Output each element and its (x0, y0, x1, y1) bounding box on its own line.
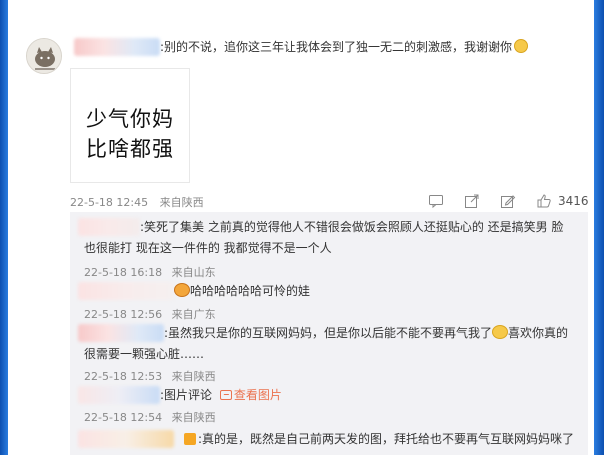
view-picture-link[interactable]: 查看图片 (219, 388, 282, 402)
username-redacted[interactable] (74, 38, 160, 56)
reply-text: :虽然我只是你的互联网妈妈，但是你以后能不能不要再气我了 喜欢你真的 (164, 324, 568, 342)
reply-source: 来自广东 (171, 308, 216, 321)
reply-date: 22-5-18 12:56 (84, 308, 163, 321)
edit-icon[interactable] (500, 193, 516, 209)
reply-meta: 22-5-18 12:53 来自陕西 (84, 368, 216, 384)
reply-username-redacted[interactable] (78, 430, 174, 448)
window-edge-right (594, 0, 604, 455)
comment-text-body: :别的不说，追你这三年让我体会到了独一无二的刺激感，我谢谢你 (160, 40, 513, 54)
sad-emoji-icon (174, 283, 190, 297)
reply-source: 来自山东 (171, 266, 216, 279)
reply-text: :图片评论 查看图片 (160, 386, 282, 404)
reply-source: 来自陕西 (171, 411, 216, 424)
image-text-line2: 比啥都强 (86, 137, 174, 161)
reply-date: 22-5-18 12:54 (84, 411, 163, 424)
comment-card: :别的不说，追你这三年让我体会到了独一无二的刺激感，我谢谢你 少气你妈 比啥都强… (8, 0, 594, 455)
reply-text: 哈哈哈哈哈哈可怜的娃 (174, 282, 310, 300)
reply-text-body-2: 喜欢你真的 (508, 326, 569, 340)
reply-text-body: :虽然我只是你的互联网妈妈，但是你以后能不能不要再气我了 (164, 326, 493, 340)
window-edge-left (0, 0, 8, 455)
comment-date: 22-5-18 12:45 (70, 196, 149, 209)
reply-username-redacted[interactable] (78, 386, 160, 404)
comment-source: 来自陕西 (159, 196, 204, 209)
comment-meta: 22-5-18 12:45 来自陕西 (70, 194, 204, 210)
picture-icon (219, 390, 232, 400)
view-picture-label: 查看图片 (233, 388, 282, 402)
like-icon[interactable] (536, 193, 552, 209)
reply-meta: 22-5-18 12:56 来自广东 (84, 306, 216, 322)
reply-text-cont: 很需要一颗强心脏…… (84, 347, 205, 361)
vip-badge-icon (184, 433, 196, 445)
reply-username-redacted[interactable] (78, 282, 174, 300)
reply-text-body: :图片评论 (160, 388, 213, 402)
reply-text: :真的是，既然是自己前两天发的图，拜托给也不要再气互联网妈妈咪了 (198, 432, 575, 446)
comment-icon[interactable] (428, 193, 444, 209)
avatar[interactable] (26, 38, 62, 74)
reply-text-cont: 也很能打 现在这一件件的 我都觉得不是一个人 (84, 241, 332, 255)
share-icon[interactable] (464, 193, 480, 209)
reply-text-body: 哈哈哈哈哈哈可怜的娃 (190, 284, 311, 298)
reply-username-redacted[interactable] (78, 324, 164, 342)
reply-text: :笑死了集美 之前真的觉得他人不错很会做饭会照顾人还挺贴心的 还是搞笑男 脸 (140, 220, 564, 234)
reply-date: 22-5-18 12:53 (84, 370, 163, 383)
like-count: 3416 (558, 194, 589, 208)
reply-date: 22-5-18 16:18 (84, 266, 163, 279)
cry-emoji-icon (492, 325, 509, 339)
comment-text: :别的不说，追你这三年让我体会到了独一无二的刺激感，我谢谢你 (160, 38, 529, 56)
reply-panel: :笑死了集美 之前真的觉得他人不错很会做饭会照顾人还挺贴心的 还是搞笑男 脸 也… (70, 212, 588, 455)
comment-image[interactable]: 少气你妈 比啥都强 (70, 68, 190, 183)
image-text-line1: 少气你妈 (86, 107, 174, 131)
reply-meta: 22-5-18 16:18 来自山东 (84, 264, 216, 280)
reply-source: 来自陕西 (171, 370, 216, 383)
comment-actions: 3416 (428, 192, 589, 210)
reply-username-redacted[interactable] (78, 218, 140, 236)
smile-emoji-icon (514, 39, 529, 53)
reply-meta: 22-5-18 12:54 来自陕西 (84, 409, 216, 425)
